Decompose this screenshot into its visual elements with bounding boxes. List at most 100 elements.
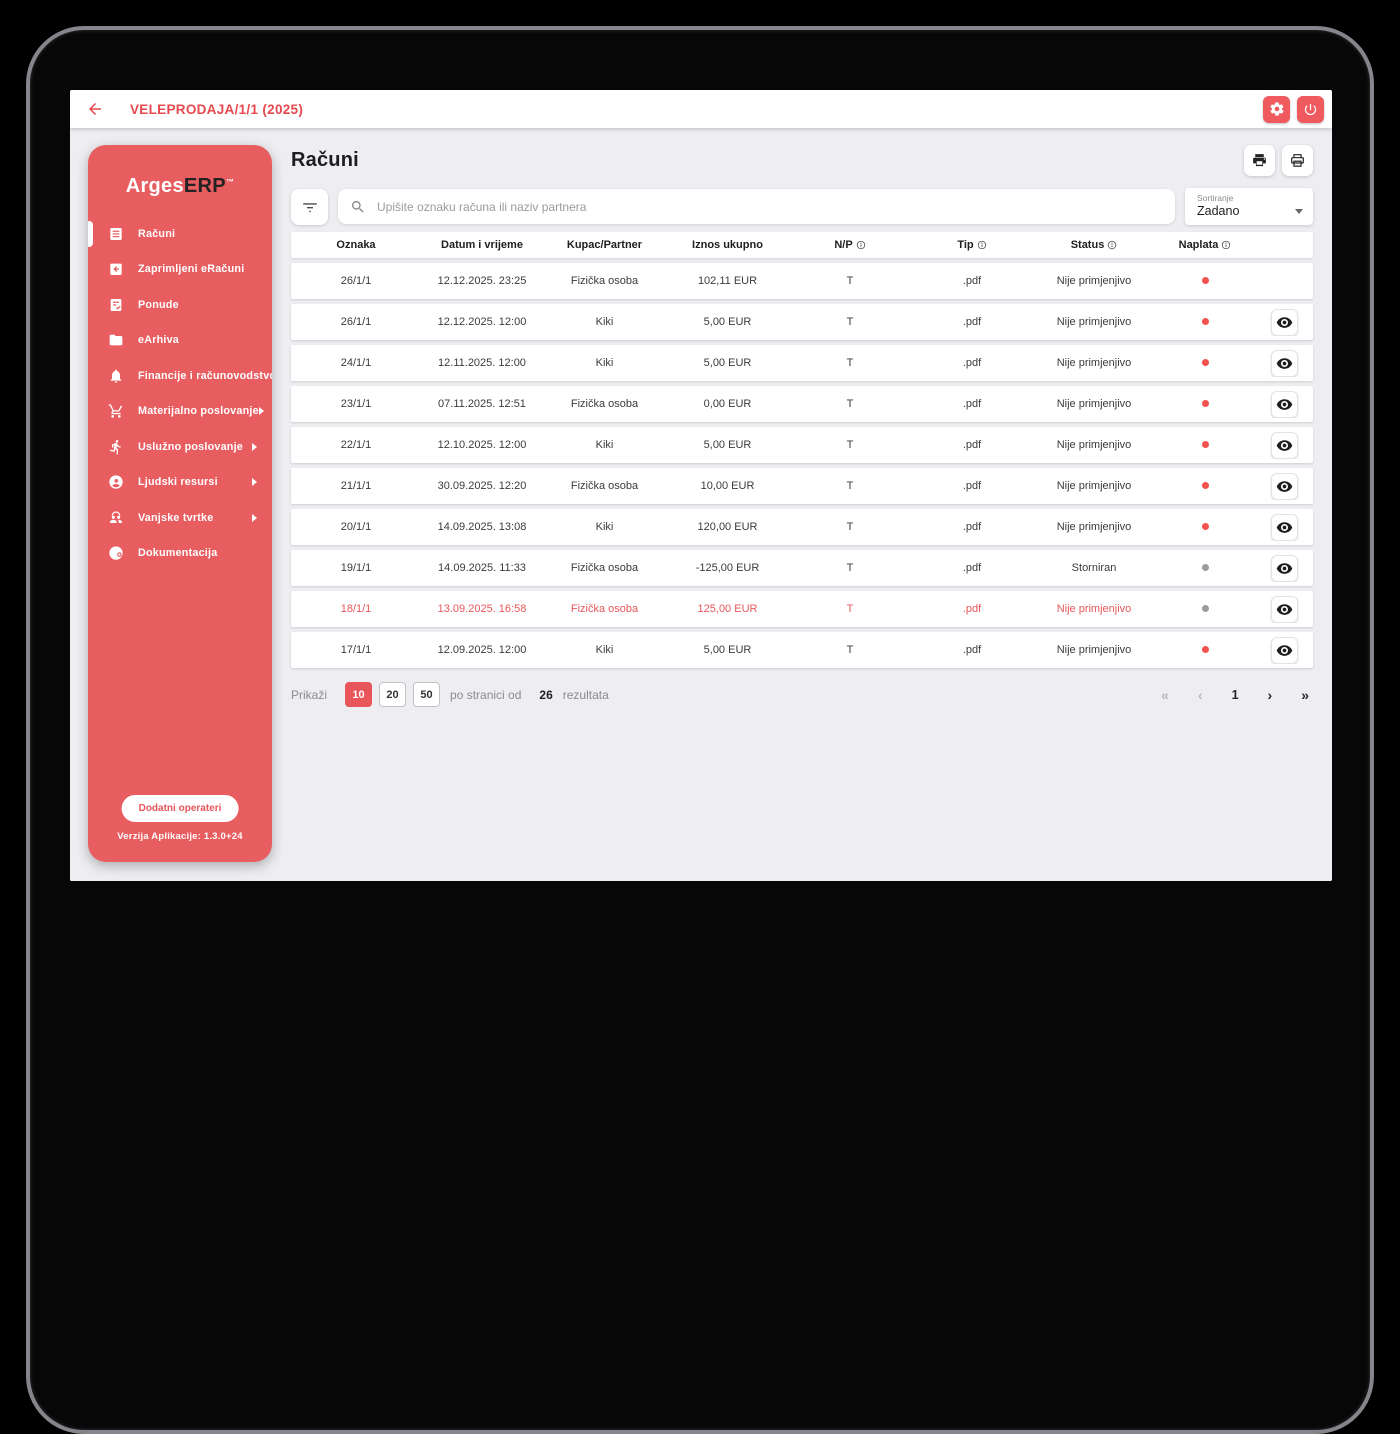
arrow-left-icon: [86, 100, 104, 118]
table-row[interactable]: 24/1/1 12.11.2025. 12:00 Kiki 5,00 EUR T .pdf…: [291, 345, 1313, 381]
sidebar-item-label: Dokumentacija: [138, 547, 218, 560]
sidebar-item-label: Financije i računovodstvo: [138, 369, 272, 382]
cell-iznos: -125,00 EUR: [695, 562, 760, 574]
view-invoice-button[interactable]: [1270, 636, 1298, 664]
table-row[interactable]: 18/1/1 13.09.2025. 16:58 Fizička osoba 125,…: [291, 591, 1313, 627]
page-size-50[interactable]: 50: [413, 682, 441, 707]
cell-oznaka: 19/1/1: [340, 562, 372, 574]
sidebar-item-zaprimljeni-eracuni[interactable]: Zaprimljeni eRačuni: [88, 252, 272, 288]
column-header-naplata: Naplata: [1155, 239, 1255, 251]
cell-kupac: Kiki: [595, 521, 614, 533]
cell-kupac: Fizička osoba: [570, 603, 639, 615]
caret-down-icon: [1295, 208, 1303, 214]
print-outline-button[interactable]: [1282, 144, 1313, 176]
cell-iznos: 120,00 EUR: [697, 521, 758, 533]
table-row[interactable]: 21/1/1 30.09.2025. 12:20 Fizička osoba 10,0…: [291, 468, 1313, 504]
cell-tip: .pdf: [962, 480, 982, 492]
next-page-button[interactable]: ›: [1268, 687, 1273, 703]
cell-oznaka: 22/1/1: [340, 439, 372, 451]
power-button[interactable]: [1297, 95, 1324, 123]
page-size-10[interactable]: 10: [345, 682, 373, 707]
view-invoice-button[interactable]: [1270, 472, 1298, 500]
column-label: Iznos ukupno: [692, 239, 763, 251]
table-row[interactable]: 22/1/1 12.10.2025. 12:00 Kiki 5,00 EUR T .pdf…: [291, 427, 1313, 463]
cell-naplata: [1155, 562, 1255, 574]
cell-status: Storniran: [1071, 562, 1117, 574]
cell-actions: [1255, 308, 1313, 336]
cell-status: Nije primjenjivo: [1056, 357, 1132, 369]
view-invoice-button[interactable]: [1270, 513, 1298, 541]
sort-dropdown[interactable]: Sortiranje Zadano: [1185, 188, 1313, 225]
cell-kupac: Fizička osoba: [570, 275, 639, 287]
column-header-oznaka: Oznaka: [291, 239, 421, 251]
doc-pie-icon: [108, 545, 124, 561]
settings-button[interactable]: [1263, 95, 1290, 123]
chevron-right-icon: [252, 513, 257, 522]
view-invoice-button[interactable]: [1270, 595, 1298, 623]
info-icon: [977, 240, 987, 250]
cell-oznaka: 17/1/1: [340, 644, 372, 656]
sidebar-item-ponude[interactable]: Ponude: [88, 287, 272, 323]
sidebar-item-label: Zaprimljeni eRačuni: [138, 263, 245, 276]
last-page-button[interactable]: »: [1301, 687, 1309, 703]
sidebar-item-materijalno-poslovanje[interactable]: Materijalno poslovanje: [88, 394, 272, 430]
pagination-suffix: rezultata: [562, 687, 609, 702]
eye-icon: [1276, 478, 1293, 495]
app-version: Verzija Aplikacije: 1.3.0+24: [117, 831, 243, 842]
first-page-button[interactable]: «: [1161, 687, 1169, 703]
pagination: Prikaži 10 20 50 po stranici od 26 rezulta…: [291, 682, 1313, 707]
table-row[interactable]: 23/1/1 07.11.2025. 12:51 Fizička osoba 0,00…: [291, 386, 1313, 422]
sidebar-item-vanjske-tvrtke[interactable]: Vanjske tvrtke: [88, 500, 272, 536]
table-row[interactable]: 19/1/1 14.09.2025. 11:33 Fizička osoba -125…: [291, 550, 1313, 586]
table-row[interactable]: 20/1/1 14.09.2025. 13:08 Kiki 120,00 EUR T .p…: [291, 509, 1313, 545]
current-page[interactable]: 1: [1232, 688, 1239, 702]
view-invoice-button[interactable]: [1270, 554, 1298, 582]
additional-operators-button[interactable]: Dodatni operateri: [121, 795, 239, 822]
cell-tip: .pdf: [962, 439, 982, 451]
table-row[interactable]: 26/1/1 12.12.2025. 12:00 Kiki 5,00 EUR T .pdf…: [291, 304, 1313, 340]
sidebar-item-dokumentacija[interactable]: Dokumentacija: [88, 536, 272, 572]
cell-actions: [1255, 513, 1313, 541]
cell-np: T: [846, 603, 854, 615]
search-input[interactable]: [375, 198, 1163, 215]
sidebar-nav: Računi Zaprimljeni eRačuni Ponude eArhiva Fi…: [88, 216, 272, 571]
sidebar-item-earhiva[interactable]: eArhiva: [88, 323, 272, 359]
cell-datum: 14.09.2025. 11:33: [438, 562, 526, 574]
cell-datum: 12.11.2025. 12:00: [438, 357, 526, 369]
table-row[interactable]: 17/1/1 12.09.2025. 12:00 Kiki 5,00 EUR T .pdf…: [291, 632, 1313, 668]
sidebar-item-financije-i-racunovodstvo[interactable]: Financije i računovodstvo: [88, 358, 272, 394]
cell-oznaka: 21/1/1: [340, 480, 372, 492]
previous-page-button[interactable]: ‹: [1198, 687, 1203, 703]
back-button[interactable]: [84, 98, 106, 120]
cell-datum: 07.11.2025. 12:51: [438, 398, 526, 410]
sidebar-item-ljudski-resursi[interactable]: Ljudski resursi: [88, 465, 272, 501]
cell-actions: [1255, 554, 1313, 582]
view-invoice-button[interactable]: [1270, 390, 1298, 418]
cell-kupac: Kiki: [595, 357, 614, 369]
cell-np: T: [846, 480, 854, 492]
info-icon: [1221, 240, 1231, 250]
inbox-arrow-icon: [108, 261, 124, 277]
view-invoice-button[interactable]: [1270, 431, 1298, 459]
cell-tip: .pdf: [962, 357, 982, 369]
page-size-20[interactable]: 20: [379, 682, 407, 707]
cell-iznos: 5,00 EUR: [703, 439, 752, 451]
sidebar-item-racuni[interactable]: Računi: [88, 216, 272, 252]
filter-button[interactable]: [291, 188, 328, 225]
cell-oznaka: 24/1/1: [340, 357, 372, 369]
table-row[interactable]: 26/1/1 12.12.2025. 23:25 Fizička osoba 102,…: [291, 263, 1313, 299]
cell-datum: 12.10.2025. 12:00: [437, 439, 527, 451]
view-invoice-button[interactable]: [1270, 349, 1298, 377]
cell-datum: 12.12.2025. 12:00: [437, 316, 527, 328]
naplata-status-dot: [1201, 605, 1209, 612]
cell-np: T: [846, 316, 854, 328]
cell-iznos: 5,00 EUR: [703, 357, 752, 369]
cell-datum: 13.09.2025. 16:58: [437, 603, 527, 615]
view-invoice-button[interactable]: [1270, 308, 1298, 336]
cell-kupac: Kiki: [595, 316, 614, 328]
eye-icon: [1276, 560, 1293, 577]
print-button[interactable]: [1244, 144, 1275, 176]
sidebar-item-usluzno-poslovanje[interactable]: Uslužno poslovanje: [88, 429, 272, 465]
cell-tip: .pdf: [962, 562, 982, 574]
column-label: Datum i vrijeme: [441, 239, 523, 251]
